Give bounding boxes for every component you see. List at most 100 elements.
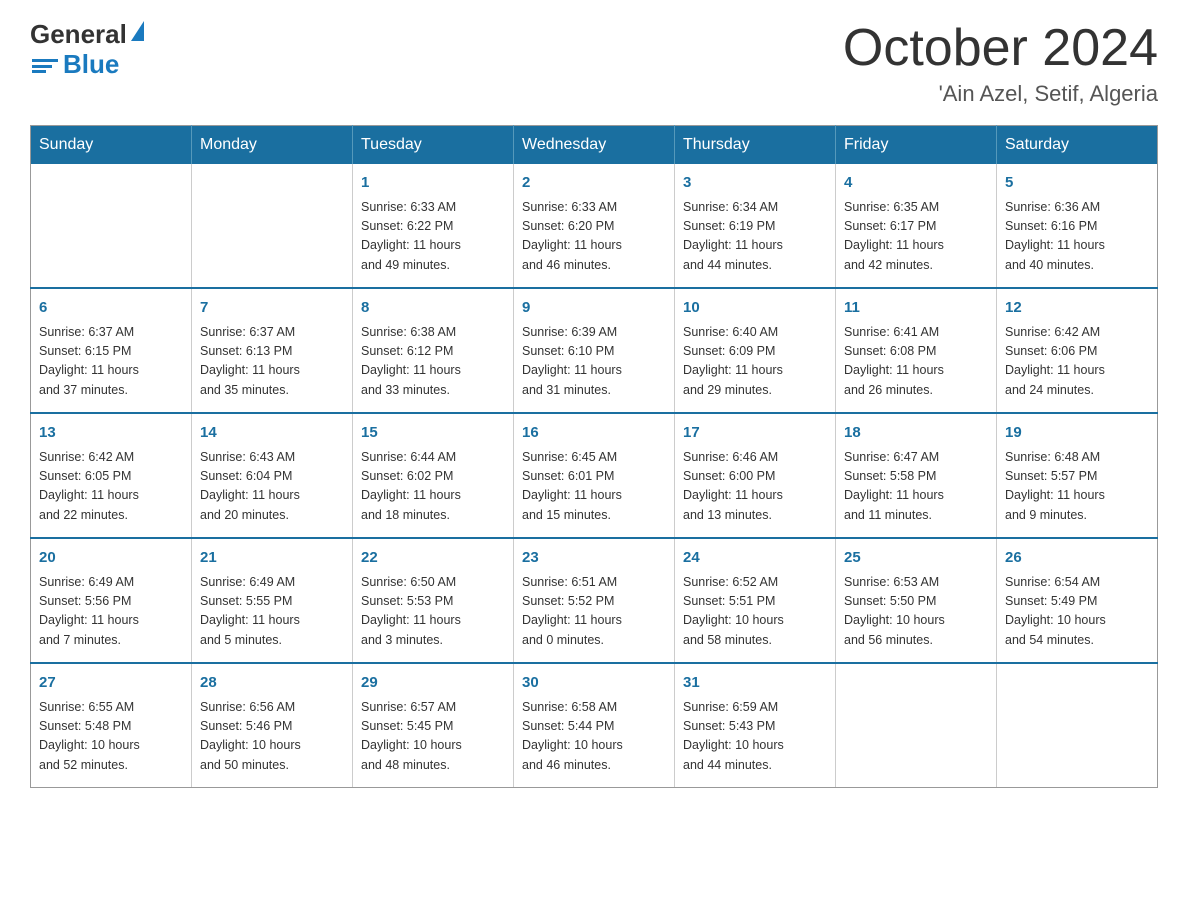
calendar-cell: 25 Sunrise: 6:53 AM Sunset: 5:50 PM Dayli… [836,538,997,663]
calendar-cell: 2 Sunrise: 6:33 AM Sunset: 6:20 PM Daylig… [514,164,675,288]
day-number: 25 [844,547,988,570]
day-info: Sunrise: 6:56 AM Sunset: 5:46 PM Dayligh… [200,698,344,776]
day-number: 17 [683,422,827,445]
calendar-cell: 29 Sunrise: 6:57 AM Sunset: 5:45 PM Dayli… [353,663,514,788]
day-info: Sunrise: 6:35 AM Sunset: 6:17 PM Dayligh… [844,198,988,276]
weekday-header-friday: Friday [836,126,997,165]
day-info: Sunrise: 6:36 AM Sunset: 6:16 PM Dayligh… [1005,198,1149,276]
weekday-header-thursday: Thursday [675,126,836,165]
day-number: 20 [39,547,183,570]
weekday-header-wednesday: Wednesday [514,126,675,165]
day-info: Sunrise: 6:52 AM Sunset: 5:51 PM Dayligh… [683,573,827,651]
calendar-cell: 28 Sunrise: 6:56 AM Sunset: 5:46 PM Dayli… [192,663,353,788]
weekday-header-row: SundayMondayTuesdayWednesdayThursdayFrid… [31,126,1158,165]
calendar-cell: 23 Sunrise: 6:51 AM Sunset: 5:52 PM Dayli… [514,538,675,663]
calendar-cell: 3 Sunrise: 6:34 AM Sunset: 6:19 PM Daylig… [675,164,836,288]
calendar-cell: 7 Sunrise: 6:37 AM Sunset: 6:13 PM Daylig… [192,288,353,413]
day-info: Sunrise: 6:43 AM Sunset: 6:04 PM Dayligh… [200,448,344,526]
calendar-cell: 10 Sunrise: 6:40 AM Sunset: 6:09 PM Dayli… [675,288,836,413]
day-number: 8 [361,297,505,320]
day-number: 14 [200,422,344,445]
calendar-cell: 1 Sunrise: 6:33 AM Sunset: 6:22 PM Daylig… [353,164,514,288]
calendar-cell: 18 Sunrise: 6:47 AM Sunset: 5:58 PM Dayli… [836,413,997,538]
logo-blue-text: Blue [63,49,119,80]
calendar-cell [192,164,353,288]
day-info: Sunrise: 6:45 AM Sunset: 6:01 PM Dayligh… [522,448,666,526]
day-info: Sunrise: 6:33 AM Sunset: 6:20 PM Dayligh… [522,198,666,276]
day-number: 13 [39,422,183,445]
logo-general-text: General [30,20,127,49]
day-info: Sunrise: 6:59 AM Sunset: 5:43 PM Dayligh… [683,698,827,776]
day-number: 7 [200,297,344,320]
day-number: 28 [200,672,344,695]
day-info: Sunrise: 6:53 AM Sunset: 5:50 PM Dayligh… [844,573,988,651]
day-info: Sunrise: 6:41 AM Sunset: 6:08 PM Dayligh… [844,323,988,401]
day-info: Sunrise: 6:42 AM Sunset: 6:06 PM Dayligh… [1005,323,1149,401]
calendar-cell: 24 Sunrise: 6:52 AM Sunset: 5:51 PM Dayli… [675,538,836,663]
calendar-cell: 22Sunrise: 6:50 AM Sunset: 5:53 PM Dayli… [353,538,514,663]
day-info: Sunrise: 6:46 AM Sunset: 6:00 PM Dayligh… [683,448,827,526]
day-number: 29 [361,672,505,695]
day-info: Sunrise: 6:37 AM Sunset: 6:13 PM Dayligh… [200,323,344,401]
day-info: Sunrise: 6:58 AM Sunset: 5:44 PM Dayligh… [522,698,666,776]
calendar-cell: 15Sunrise: 6:44 AM Sunset: 6:02 PM Dayli… [353,413,514,538]
calendar-cell: 6 Sunrise: 6:37 AM Sunset: 6:15 PM Daylig… [31,288,192,413]
day-info: Sunrise: 6:44 AM Sunset: 6:02 PM Dayligh… [361,448,505,526]
calendar-cell: 9Sunrise: 6:39 AM Sunset: 6:10 PM Daylig… [514,288,675,413]
day-info: Sunrise: 6:49 AM Sunset: 5:55 PM Dayligh… [200,573,344,651]
calendar-cell [997,663,1158,788]
calendar-week-row: 13 Sunrise: 6:42 AM Sunset: 6:05 PM Dayli… [31,413,1158,538]
calendar-cell: 4 Sunrise: 6:35 AM Sunset: 6:17 PM Daylig… [836,164,997,288]
calendar-cell: 17 Sunrise: 6:46 AM Sunset: 6:00 PM Dayli… [675,413,836,538]
day-info: Sunrise: 6:38 AM Sunset: 6:12 PM Dayligh… [361,323,505,401]
day-number: 24 [683,547,827,570]
page-subtitle: 'Ain Azel, Setif, Algeria [843,81,1158,107]
calendar-cell: 16 Sunrise: 6:45 AM Sunset: 6:01 PM Dayli… [514,413,675,538]
calendar-cell: 19Sunrise: 6:48 AM Sunset: 5:57 PM Dayli… [997,413,1158,538]
day-number: 5 [1005,172,1149,195]
weekday-header-monday: Monday [192,126,353,165]
day-number: 6 [39,297,183,320]
day-info: Sunrise: 6:55 AM Sunset: 5:48 PM Dayligh… [39,698,183,776]
day-number: 19 [1005,422,1149,445]
day-number: 9 [522,297,666,320]
day-info: Sunrise: 6:51 AM Sunset: 5:52 PM Dayligh… [522,573,666,651]
calendar-week-row: 1 Sunrise: 6:33 AM Sunset: 6:22 PM Daylig… [31,164,1158,288]
day-number: 16 [522,422,666,445]
day-info: Sunrise: 6:37 AM Sunset: 6:15 PM Dayligh… [39,323,183,401]
day-number: 18 [844,422,988,445]
calendar-week-row: 27 Sunrise: 6:55 AM Sunset: 5:48 PM Dayli… [31,663,1158,788]
day-number: 23 [522,547,666,570]
day-info: Sunrise: 6:50 AM Sunset: 5:53 PM Dayligh… [361,573,505,651]
weekday-header-saturday: Saturday [997,126,1158,165]
day-info: Sunrise: 6:42 AM Sunset: 6:05 PM Dayligh… [39,448,183,526]
logo: General Blue [30,20,144,80]
day-info: Sunrise: 6:40 AM Sunset: 6:09 PM Dayligh… [683,323,827,401]
day-number: 12 [1005,297,1149,320]
weekday-header-sunday: Sunday [31,126,192,165]
day-number: 2 [522,172,666,195]
day-number: 31 [683,672,827,695]
calendar-cell: 27 Sunrise: 6:55 AM Sunset: 5:48 PM Dayli… [31,663,192,788]
calendar-cell: 26Sunrise: 6:54 AM Sunset: 5:49 PM Dayli… [997,538,1158,663]
calendar-cell: 12 Sunrise: 6:42 AM Sunset: 6:06 PM Dayli… [997,288,1158,413]
day-number: 10 [683,297,827,320]
calendar-cell: 8 Sunrise: 6:38 AM Sunset: 6:12 PM Daylig… [353,288,514,413]
page-title: October 2024 [843,20,1158,77]
day-info: Sunrise: 6:34 AM Sunset: 6:19 PM Dayligh… [683,198,827,276]
weekday-header-tuesday: Tuesday [353,126,514,165]
day-number: 1 [361,172,505,195]
day-info: Sunrise: 6:33 AM Sunset: 6:22 PM Dayligh… [361,198,505,276]
calendar-cell: 31 Sunrise: 6:59 AM Sunset: 5:43 PM Dayli… [675,663,836,788]
day-number: 27 [39,672,183,695]
calendar-cell: 13 Sunrise: 6:42 AM Sunset: 6:05 PM Dayli… [31,413,192,538]
day-info: Sunrise: 6:47 AM Sunset: 5:58 PM Dayligh… [844,448,988,526]
calendar-table: SundayMondayTuesdayWednesdayThursdayFrid… [30,125,1158,788]
day-number: 3 [683,172,827,195]
day-number: 4 [844,172,988,195]
calendar-cell [31,164,192,288]
calendar-cell: 11Sunrise: 6:41 AM Sunset: 6:08 PM Dayli… [836,288,997,413]
calendar-cell: 14 Sunrise: 6:43 AM Sunset: 6:04 PM Dayli… [192,413,353,538]
calendar-cell: 5 Sunrise: 6:36 AM Sunset: 6:16 PM Daylig… [997,164,1158,288]
day-info: Sunrise: 6:57 AM Sunset: 5:45 PM Dayligh… [361,698,505,776]
